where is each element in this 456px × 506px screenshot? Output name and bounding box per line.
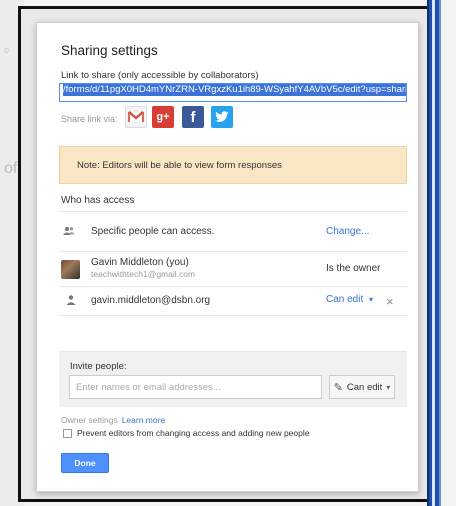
divider <box>59 251 407 252</box>
chevron-down-icon[interactable]: ▾ <box>369 295 373 304</box>
done-button[interactable]: Done <box>61 453 109 473</box>
avatar <box>61 260 80 279</box>
share-link-field[interactable]: /forms/d/11pgX0HD4mYNrZRN-VRgxzKu1ih89-W… <box>59 83 407 102</box>
owner-role-text: Is the owner <box>326 263 381 274</box>
google-plus-icon[interactable]: g+ <box>152 106 174 128</box>
pencil-icon[interactable]: ✎ <box>334 381 343 394</box>
prevent-editors-label[interactable]: Prevent editors from changing access and… <box>77 428 309 438</box>
share-link-value[interactable]: /forms/d/11pgX0HD4mYNrZRN-VRgxzKu1ih89-W… <box>63 84 406 96</box>
prevent-editors-checkbox[interactable] <box>63 429 72 438</box>
owner-settings-line: Owner settings Learn more <box>61 415 165 425</box>
invite-people-label: Invite people: <box>70 361 127 372</box>
divider <box>59 315 407 316</box>
invite-permission-dropdown[interactable]: ✎ Can edit ▾ <box>329 375 395 399</box>
owner-name: Gavin Middleton (you) <box>91 257 189 268</box>
collaborator-permission-label[interactable]: Can edit <box>326 294 363 305</box>
background-text-fragment: of <box>4 160 18 177</box>
remove-collaborator-icon[interactable]: × <box>386 294 394 309</box>
change-access-link[interactable]: Change... <box>326 226 369 237</box>
share-link-via-label: Share link via: <box>61 114 118 124</box>
learn-more-link[interactable]: Learn more <box>122 415 165 425</box>
people-icon <box>63 227 75 235</box>
dialog-title: Sharing settings <box>61 43 158 58</box>
collaborator-permission-dropdown[interactable]: Can edit ▾ <box>326 294 373 305</box>
chevron-down-icon[interactable]: ▾ <box>386 383 390 392</box>
editors-note-banner: Note: Editors will be able to view form … <box>59 146 407 184</box>
background-text-fragment: o <box>4 45 10 55</box>
twitter-icon[interactable] <box>211 106 233 128</box>
gmail-icon[interactable] <box>125 106 147 128</box>
general-access-text: Specific people can access. <box>91 226 215 237</box>
who-has-access-heading: Who has access <box>61 195 135 206</box>
divider <box>59 286 407 287</box>
window-scrollbar-highlight <box>432 0 435 506</box>
divider <box>59 211 407 212</box>
invite-permission-label[interactable]: Can edit <box>347 382 382 393</box>
invite-people-panel: Invite people: ✎ Can edit ▾ <box>59 351 407 407</box>
link-to-share-label: Link to share (only accessible by collab… <box>61 70 259 81</box>
facebook-icon[interactable]: f <box>182 106 204 128</box>
invite-people-input[interactable] <box>69 375 322 399</box>
collaborator-email: gavin.middleton@dsbn.org <box>91 295 211 306</box>
owner-email: teachwithtech1@gmail.com <box>91 269 196 279</box>
sharing-settings-dialog: Sharing settings Link to share (only acc… <box>36 22 419 492</box>
person-icon <box>66 295 76 305</box>
owner-settings-label: Owner settings <box>61 415 118 425</box>
